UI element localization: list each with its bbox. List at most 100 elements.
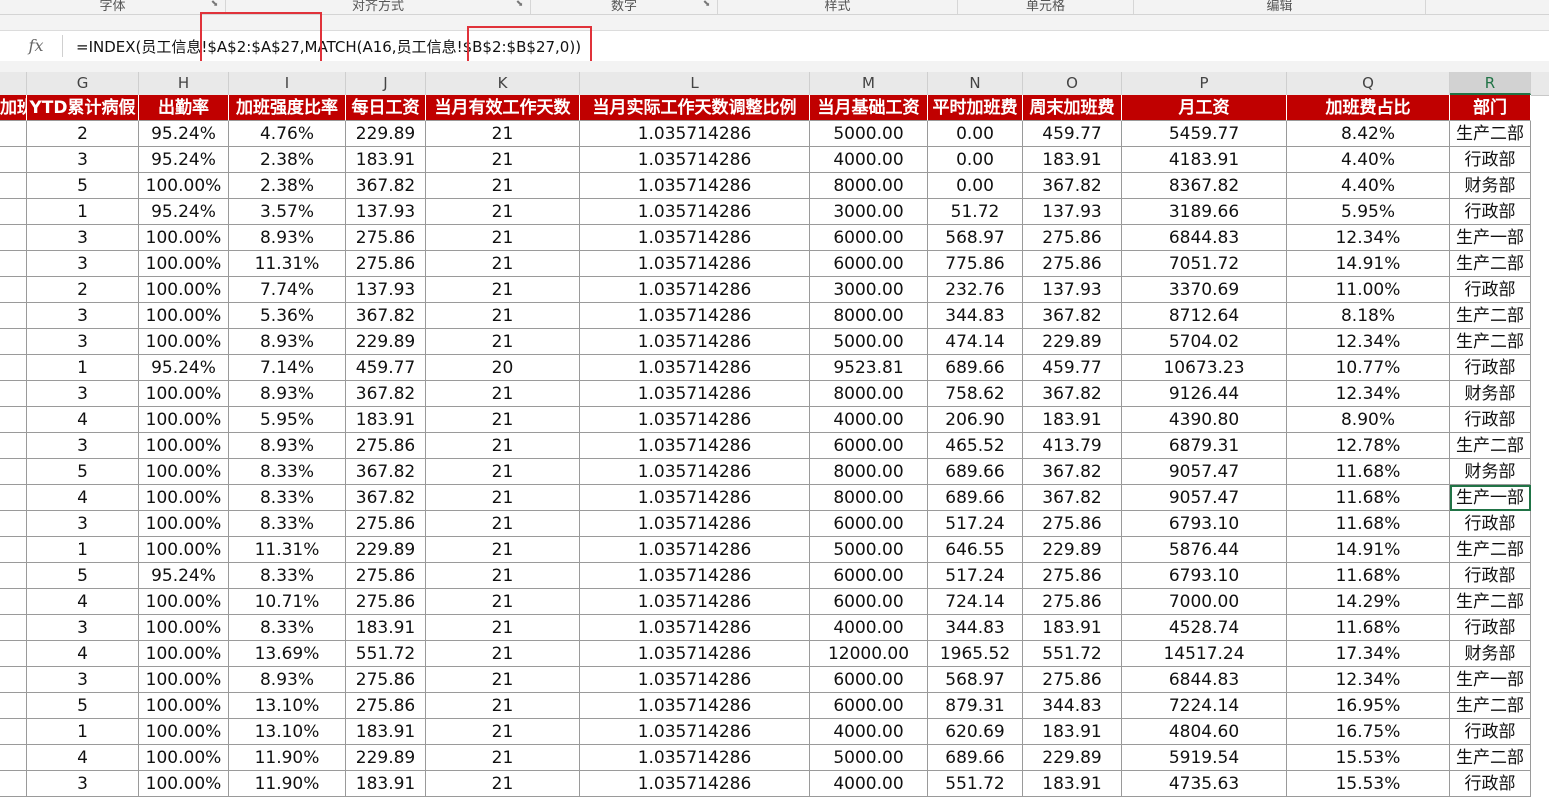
table-cell[interactable]	[0, 303, 27, 329]
table-cell[interactable]: 183.91	[346, 719, 426, 745]
table-cell[interactable]: 0.00	[928, 147, 1023, 173]
table-cell[interactable]: 8.93%	[229, 433, 346, 459]
table-cell[interactable]: 7.74%	[229, 277, 346, 303]
column-header[interactable]: H	[139, 72, 229, 95]
table-cell[interactable]: 1.035714286	[580, 693, 810, 719]
table-cell[interactable]: 724.14	[928, 589, 1023, 615]
table-cell[interactable]: 1.035714286	[580, 745, 810, 771]
table-cell[interactable]: 21	[426, 745, 580, 771]
table-cell[interactable]: 财务部	[1450, 641, 1531, 667]
table-cell[interactable]: 8.33%	[229, 563, 346, 589]
table-cell[interactable]: 生产一部	[1450, 225, 1531, 251]
table-cell[interactable]: 4	[27, 641, 139, 667]
table-cell[interactable]: 100.00%	[139, 329, 229, 355]
table-cell[interactable]: 5	[27, 563, 139, 589]
table-cell[interactable]: 5919.54	[1122, 745, 1287, 771]
table-cell[interactable]: 0.00	[928, 121, 1023, 147]
table-cell[interactable]: 行政部	[1450, 511, 1531, 537]
table-cell[interactable]	[0, 277, 27, 303]
header-cell[interactable]: 周末加班费	[1023, 95, 1122, 121]
table-cell[interactable]: 生产二部	[1450, 745, 1531, 771]
table-cell[interactable]: 275.86	[346, 433, 426, 459]
table-cell[interactable]: 137.93	[1023, 199, 1122, 225]
table-cell[interactable]	[0, 329, 27, 355]
table-cell[interactable]: 14.91%	[1287, 251, 1450, 277]
table-cell[interactable]: 646.55	[928, 537, 1023, 563]
table-cell[interactable]: 5	[27, 459, 139, 485]
table-cell[interactable]: 229.89	[346, 121, 426, 147]
table-cell[interactable]: 1.035714286	[580, 511, 810, 537]
table-cell[interactable]: 21	[426, 693, 580, 719]
table-cell[interactable]: 100.00%	[139, 771, 229, 797]
table-cell[interactable]: 517.24	[928, 511, 1023, 537]
table-cell[interactable]: 行政部	[1450, 277, 1531, 303]
table-cell[interactable]: 459.77	[346, 355, 426, 381]
header-cell[interactable]: 当月有效工作天数	[426, 95, 580, 121]
table-cell[interactable]: 12.34%	[1287, 225, 1450, 251]
table-cell[interactable]: 21	[426, 433, 580, 459]
table-cell[interactable]: 5.95%	[1287, 199, 1450, 225]
column-header[interactable]: O	[1023, 72, 1122, 95]
table-cell[interactable]: 生产二部	[1450, 589, 1531, 615]
table-cell[interactable]: 183.91	[346, 615, 426, 641]
number-dialog-launcher-icon[interactable]: ⬊	[702, 0, 711, 9]
table-cell[interactable]: 137.93	[1023, 277, 1122, 303]
table-cell[interactable]: 4	[27, 407, 139, 433]
table-cell[interactable]: 行政部	[1450, 615, 1531, 641]
table-cell[interactable]: 4000.00	[810, 407, 928, 433]
table-cell[interactable]: 6844.83	[1122, 667, 1287, 693]
table-cell[interactable]: 行政部	[1450, 355, 1531, 381]
table-cell[interactable]: 财务部	[1450, 381, 1531, 407]
table-cell[interactable]	[0, 719, 27, 745]
table-cell[interactable]: 3	[27, 381, 139, 407]
table-cell[interactable]: 229.89	[346, 329, 426, 355]
table-cell[interactable]: 8.93%	[229, 667, 346, 693]
table-cell[interactable]: 9057.47	[1122, 485, 1287, 511]
header-cell[interactable]: 加班费占比	[1287, 95, 1450, 121]
table-cell[interactable]: 100.00%	[139, 693, 229, 719]
table-cell[interactable]: 11.00%	[1287, 277, 1450, 303]
table-cell[interactable]: 11.31%	[229, 251, 346, 277]
table-cell[interactable]: 551.72	[928, 771, 1023, 797]
column-header[interactable]: M	[810, 72, 928, 95]
table-cell[interactable]: 100.00%	[139, 511, 229, 537]
table-cell[interactable]: 4	[27, 745, 139, 771]
table-cell[interactable]: 183.91	[1023, 771, 1122, 797]
table-cell[interactable]: 生产二部	[1450, 121, 1531, 147]
table-cell[interactable]: 8.90%	[1287, 407, 1450, 433]
table-cell[interactable]: 10.71%	[229, 589, 346, 615]
table-cell[interactable]: 0.00	[928, 173, 1023, 199]
table-cell[interactable]: 344.83	[1023, 693, 1122, 719]
table-cell[interactable]: 8000.00	[810, 173, 928, 199]
table-cell[interactable]: 8000.00	[810, 485, 928, 511]
table-cell[interactable]	[0, 433, 27, 459]
table-cell[interactable]: 3	[27, 433, 139, 459]
table-cell[interactable]: 4000.00	[810, 719, 928, 745]
table-cell[interactable]: 21	[426, 407, 580, 433]
table-cell[interactable]: 95.24%	[139, 563, 229, 589]
table-cell[interactable]: 生产二部	[1450, 329, 1531, 355]
table-cell[interactable]: 11.90%	[229, 771, 346, 797]
table-cell[interactable]: 367.82	[346, 303, 426, 329]
table-cell[interactable]: 21	[426, 173, 580, 199]
column-header-partial[interactable]	[0, 72, 27, 95]
table-cell[interactable]: 5	[27, 173, 139, 199]
table-cell[interactable]: 5459.77	[1122, 121, 1287, 147]
table-cell[interactable]: 4804.60	[1122, 719, 1287, 745]
table-cell[interactable]: 568.97	[928, 225, 1023, 251]
table-cell[interactable]: 620.69	[928, 719, 1023, 745]
table-cell[interactable]: 5000.00	[810, 121, 928, 147]
table-cell[interactable]: 1.035714286	[580, 121, 810, 147]
table-cell[interactable]: 21	[426, 589, 580, 615]
table-cell[interactable]	[0, 589, 27, 615]
table-cell[interactable]: 5000.00	[810, 537, 928, 563]
column-header[interactable]: R	[1450, 72, 1531, 95]
table-cell[interactable]: 4390.80	[1122, 407, 1287, 433]
table-cell[interactable]: 财务部	[1450, 459, 1531, 485]
table-cell[interactable]: 8.93%	[229, 225, 346, 251]
header-cell[interactable]: YTD累计病假	[27, 95, 139, 121]
table-cell[interactable]: 5000.00	[810, 745, 928, 771]
insert-function-icon[interactable]: fx	[22, 35, 50, 57]
table-cell[interactable]: 行政部	[1450, 719, 1531, 745]
table-cell[interactable]: 689.66	[928, 745, 1023, 771]
